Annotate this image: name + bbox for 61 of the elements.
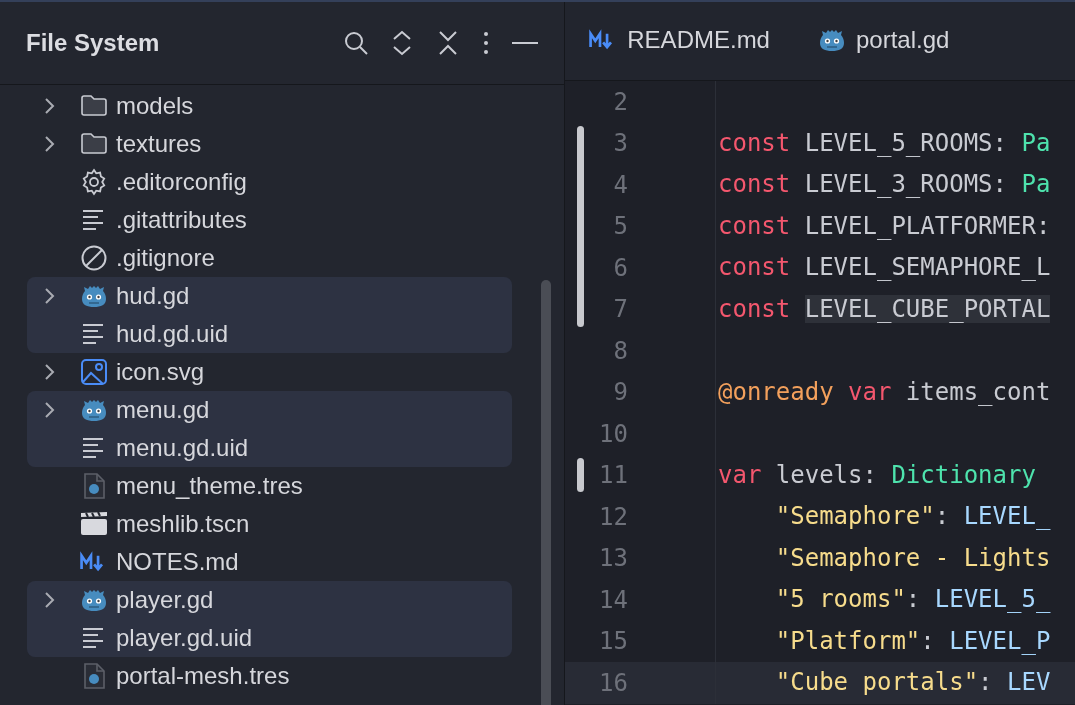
file-name[interactable]: icon.svg xyxy=(116,358,205,386)
line-number: 9 xyxy=(612,378,628,407)
editor-tab[interactable]: README.md xyxy=(589,19,770,63)
line-number: 5 xyxy=(612,212,628,241)
line-number: 7 xyxy=(612,295,628,324)
image-icon xyxy=(80,358,108,386)
line-number: 6 xyxy=(612,253,628,282)
chevron-right-icon[interactable] xyxy=(44,97,55,115)
line-number: 11 xyxy=(598,461,628,490)
file-name[interactable]: player.gd xyxy=(116,586,214,614)
gear-icon xyxy=(80,168,108,196)
chevron-right-icon[interactable] xyxy=(44,135,55,153)
file-name[interactable]: hud.gd xyxy=(116,282,190,310)
line-number: 14 xyxy=(598,585,628,614)
file-name[interactable]: hud.gd.uid xyxy=(116,320,229,348)
editor-tab[interactable]: portal.gd xyxy=(817,19,950,63)
code-line: const LEVEL_PLATFORMER: xyxy=(717,210,1051,242)
line-number: 10 xyxy=(598,419,628,448)
file-name[interactable]: .gitignore xyxy=(116,244,215,272)
line-number: 8 xyxy=(612,336,628,365)
line-number: 15 xyxy=(598,627,628,656)
chevron-right-icon[interactable] xyxy=(44,591,55,609)
file-name[interactable]: player.gd.uid xyxy=(116,624,253,652)
code-line: @onready var items_cont xyxy=(717,376,1051,408)
file-name[interactable]: menu_theme.tres xyxy=(116,472,303,500)
minimize-icon[interactable] xyxy=(512,41,538,45)
code-line: const LEVEL_CUBE_PORTAL xyxy=(717,293,1051,325)
more-options-icon[interactable] xyxy=(482,31,490,55)
chevron-right-icon[interactable] xyxy=(44,287,55,305)
code-line: "5 rooms": LEVEL_5_ xyxy=(774,584,1051,615)
clapperboard-icon xyxy=(80,510,108,538)
collapse-all-icon[interactable] xyxy=(436,30,460,56)
code-line: const LEVEL_3_ROOMS: Pa xyxy=(717,169,1051,200)
prohibited-icon xyxy=(80,244,108,272)
file-name[interactable]: menu.gd xyxy=(116,396,210,424)
code-line: const LEVEL_SEMAPHORE_L xyxy=(717,252,1051,283)
code-line: "Semaphore - Lights xyxy=(774,542,1051,574)
file-name[interactable]: .editorconfig xyxy=(116,168,247,196)
line-number: 3 xyxy=(612,129,628,158)
code-line: var levels: Dictionary xyxy=(717,459,1036,491)
file-name[interactable]: meshlib.tscn xyxy=(116,510,250,538)
chevron-right-icon[interactable] xyxy=(44,401,55,419)
line-number: 4 xyxy=(612,170,628,199)
line-number: 12 xyxy=(598,502,628,531)
code-line: "Platform": LEVEL_P xyxy=(774,625,1051,657)
file-name[interactable]: models xyxy=(116,92,194,120)
file-name[interactable]: textures xyxy=(116,130,202,158)
chevron-right-icon[interactable] xyxy=(44,363,55,381)
code-line: "Cube portals": LEV xyxy=(774,667,1051,698)
code-line: const LEVEL_5_ROOMS: Pa xyxy=(717,127,1051,159)
line-number: 13 xyxy=(598,544,628,573)
panel-title: File System xyxy=(26,29,161,57)
line-number: 2 xyxy=(612,87,628,116)
file-name[interactable]: NOTES.md xyxy=(116,548,239,576)
scrollbar-thumb[interactable] xyxy=(541,280,551,705)
code-line: "Semaphore": LEVEL_ xyxy=(774,501,1051,532)
file-name[interactable]: .gitattributes xyxy=(116,206,247,234)
line-number: 16 xyxy=(598,668,628,697)
file-name[interactable]: portal-mesh.tres xyxy=(116,662,290,690)
file-name[interactable]: menu.gd.uid xyxy=(116,434,249,462)
search-icon[interactable] xyxy=(344,31,368,55)
